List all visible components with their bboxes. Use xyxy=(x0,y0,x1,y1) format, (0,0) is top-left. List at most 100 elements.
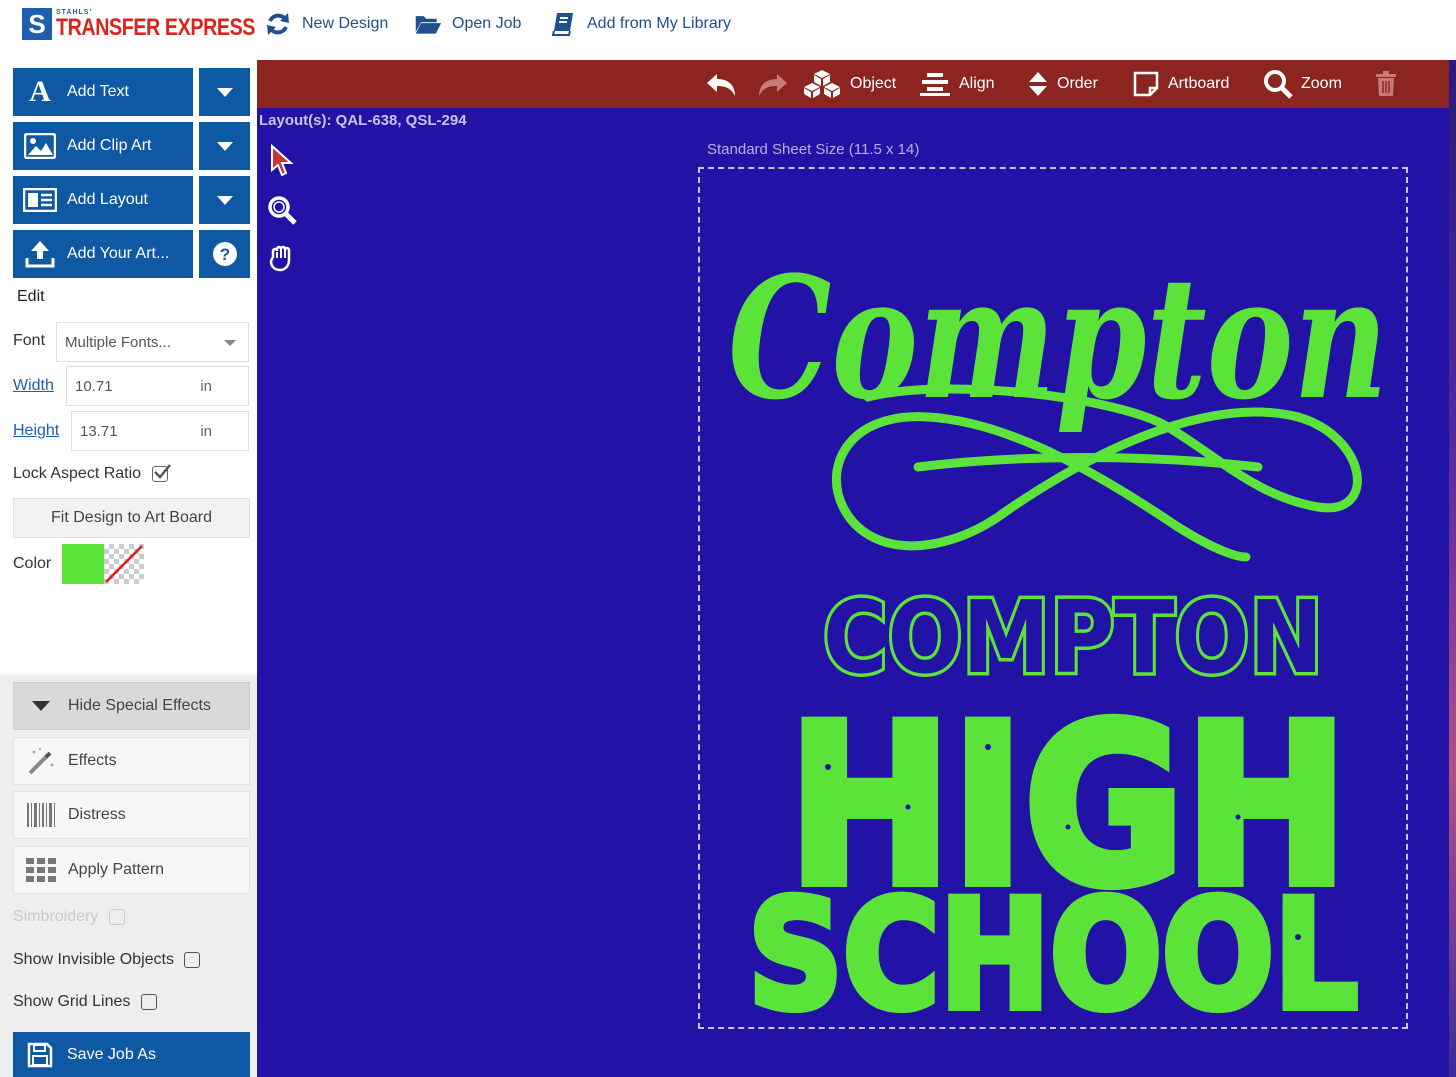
no-color-slash-icon xyxy=(105,545,143,583)
select-tool[interactable] xyxy=(267,142,297,178)
lock-aspect-label: Lock Aspect Ratio xyxy=(13,465,142,482)
font-select-value: Multiple Fonts... xyxy=(65,333,171,351)
design-canvas[interactable]: Object Align Order Artboard Zoom Layout(… xyxy=(257,60,1456,1077)
show-grid-row: Show Grid Lines xyxy=(13,993,157,1011)
chevron-down-icon xyxy=(216,195,233,205)
caret-down-icon xyxy=(224,340,236,346)
fit-design-button[interactable]: Fit Design to Art Board xyxy=(13,498,250,538)
add-clip-art-dropdown[interactable] xyxy=(199,122,250,170)
width-link[interactable]: Width xyxy=(13,377,54,395)
order-menu[interactable]: Order xyxy=(1027,60,1098,108)
add-clip-art-button[interactable]: Add Clip Art xyxy=(13,122,193,170)
show-invisible-checkbox[interactable] xyxy=(184,951,201,968)
apply-pattern-button[interactable]: Apply Pattern xyxy=(13,846,250,894)
magic-wand-icon xyxy=(14,747,68,775)
hide-special-effects-button[interactable]: Hide Special Effects xyxy=(13,682,250,730)
width-unit: in xyxy=(200,377,212,395)
save-job-as-button[interactable]: Save Job As xyxy=(13,1032,250,1077)
save-job-as-label: Save Job As xyxy=(67,1045,156,1063)
help-button[interactable]: ? xyxy=(199,230,250,278)
add-from-library-link[interactable]: Add from My Library xyxy=(549,10,731,38)
layouts-label: Layout(s): QAL-638, QSL-294 xyxy=(259,112,467,129)
object-label: Object xyxy=(850,75,897,92)
add-from-library-label: Add from My Library xyxy=(587,15,732,32)
barcode-icon xyxy=(14,802,68,828)
left-sidebar: A Add Text Add Clip Art Add Layout Add Y… xyxy=(0,60,257,1077)
show-grid-checkbox[interactable] xyxy=(140,993,157,1010)
align-menu[interactable]: Align xyxy=(919,60,995,108)
transfer-express-logo[interactable]: S STAHLS' TRANSFER EXPRESS xyxy=(22,6,299,42)
add-layout-label: Add Layout xyxy=(67,191,148,208)
align-icon xyxy=(920,73,950,96)
show-invisible-label: Show Invisible Objects xyxy=(13,951,174,968)
undo-button[interactable] xyxy=(705,60,739,108)
redo-button[interactable] xyxy=(755,60,789,108)
width-field[interactable]: 10.71 in xyxy=(66,366,249,406)
add-your-art-label: Add Your Art... xyxy=(67,245,170,262)
undo-icon xyxy=(707,74,735,96)
image-icon xyxy=(13,133,67,159)
lock-aspect-row: Lock Aspect Ratio xyxy=(13,463,171,483)
width-value: 10.71 xyxy=(75,377,113,395)
open-job-link[interactable]: Open Job xyxy=(414,10,521,38)
show-grid-label: Show Grid Lines xyxy=(13,993,131,1010)
artboard-label: Artboard xyxy=(1168,75,1230,92)
add-text-label: Add Text xyxy=(67,83,129,100)
show-invisible-row: Show Invisible Objects xyxy=(13,951,201,969)
add-layout-dropdown[interactable] xyxy=(199,176,250,224)
object-menu[interactable]: Object xyxy=(802,60,896,108)
add-text-dropdown[interactable] xyxy=(199,68,250,116)
apply-pattern-label: Apply Pattern xyxy=(68,861,165,878)
color-swatch-green[interactable] xyxy=(62,544,104,584)
height-link[interactable]: Height xyxy=(13,422,59,440)
canvas-toolbar: Object Align Order Artboard Zoom xyxy=(257,60,1449,108)
sheet-size-label: Standard Sheet Size (11.5 x 14) xyxy=(707,141,920,158)
add-layout-button[interactable]: Add Layout xyxy=(13,176,193,224)
color-label: Color xyxy=(13,555,52,572)
artboard-icon xyxy=(1133,71,1159,97)
font-label: Font xyxy=(13,332,46,349)
add-your-art-button[interactable]: Add Your Art... xyxy=(13,230,193,278)
chevron-down-icon xyxy=(216,87,233,97)
refresh-icon xyxy=(267,13,289,35)
artboard-menu[interactable]: Artboard xyxy=(1132,60,1229,108)
color-swatch-transparent[interactable] xyxy=(104,544,144,584)
grid-pattern-icon xyxy=(14,858,68,882)
new-design-link[interactable]: New Design xyxy=(264,10,388,38)
design-script-text: Compton xyxy=(728,239,1388,437)
sort-icon xyxy=(1029,72,1047,96)
distress-button[interactable]: Distress xyxy=(13,791,250,839)
zoom-label: Zoom xyxy=(1301,75,1342,92)
compton-high-school-design[interactable]: Compton COMPTON HIGH SCHOOL xyxy=(698,167,1408,1029)
order-label: Order xyxy=(1057,75,1098,92)
window-edge xyxy=(1449,60,1456,1077)
layout-icon xyxy=(13,188,67,212)
text-a-icon: A xyxy=(29,75,51,108)
save-disk-icon xyxy=(13,1042,67,1068)
simbroidery-checkbox xyxy=(108,908,125,925)
folder-open-icon xyxy=(415,16,442,34)
cursor-arrow-icon xyxy=(271,144,294,176)
height-field[interactable]: 13.71 in xyxy=(71,411,249,451)
lock-aspect-checkbox[interactable] xyxy=(151,463,171,482)
new-design-label: New Design xyxy=(302,15,389,32)
add-text-button[interactable]: A Add Text xyxy=(13,68,193,116)
magnifier-icon xyxy=(1264,70,1293,99)
checkmark-icon xyxy=(153,463,171,479)
effects-button[interactable]: Effects xyxy=(13,737,250,785)
distress-label: Distress xyxy=(68,806,126,823)
hide-special-effects-label: Hide Special Effects xyxy=(68,697,211,714)
delete-button[interactable] xyxy=(1375,60,1397,108)
edit-heading: Edit xyxy=(17,288,45,305)
zoom-tool[interactable] xyxy=(267,192,297,228)
chevron-down-icon xyxy=(216,141,233,151)
effects-label: Effects xyxy=(68,752,117,769)
redo-icon xyxy=(759,74,787,96)
zoom-tool-icon xyxy=(268,196,297,225)
pan-tool[interactable] xyxy=(267,240,297,276)
triangle-down-icon xyxy=(14,701,68,711)
zoom-menu[interactable]: Zoom xyxy=(1263,60,1342,108)
font-select[interactable]: Multiple Fonts... xyxy=(56,322,249,362)
upload-icon xyxy=(13,240,67,268)
book-icon xyxy=(551,13,573,36)
